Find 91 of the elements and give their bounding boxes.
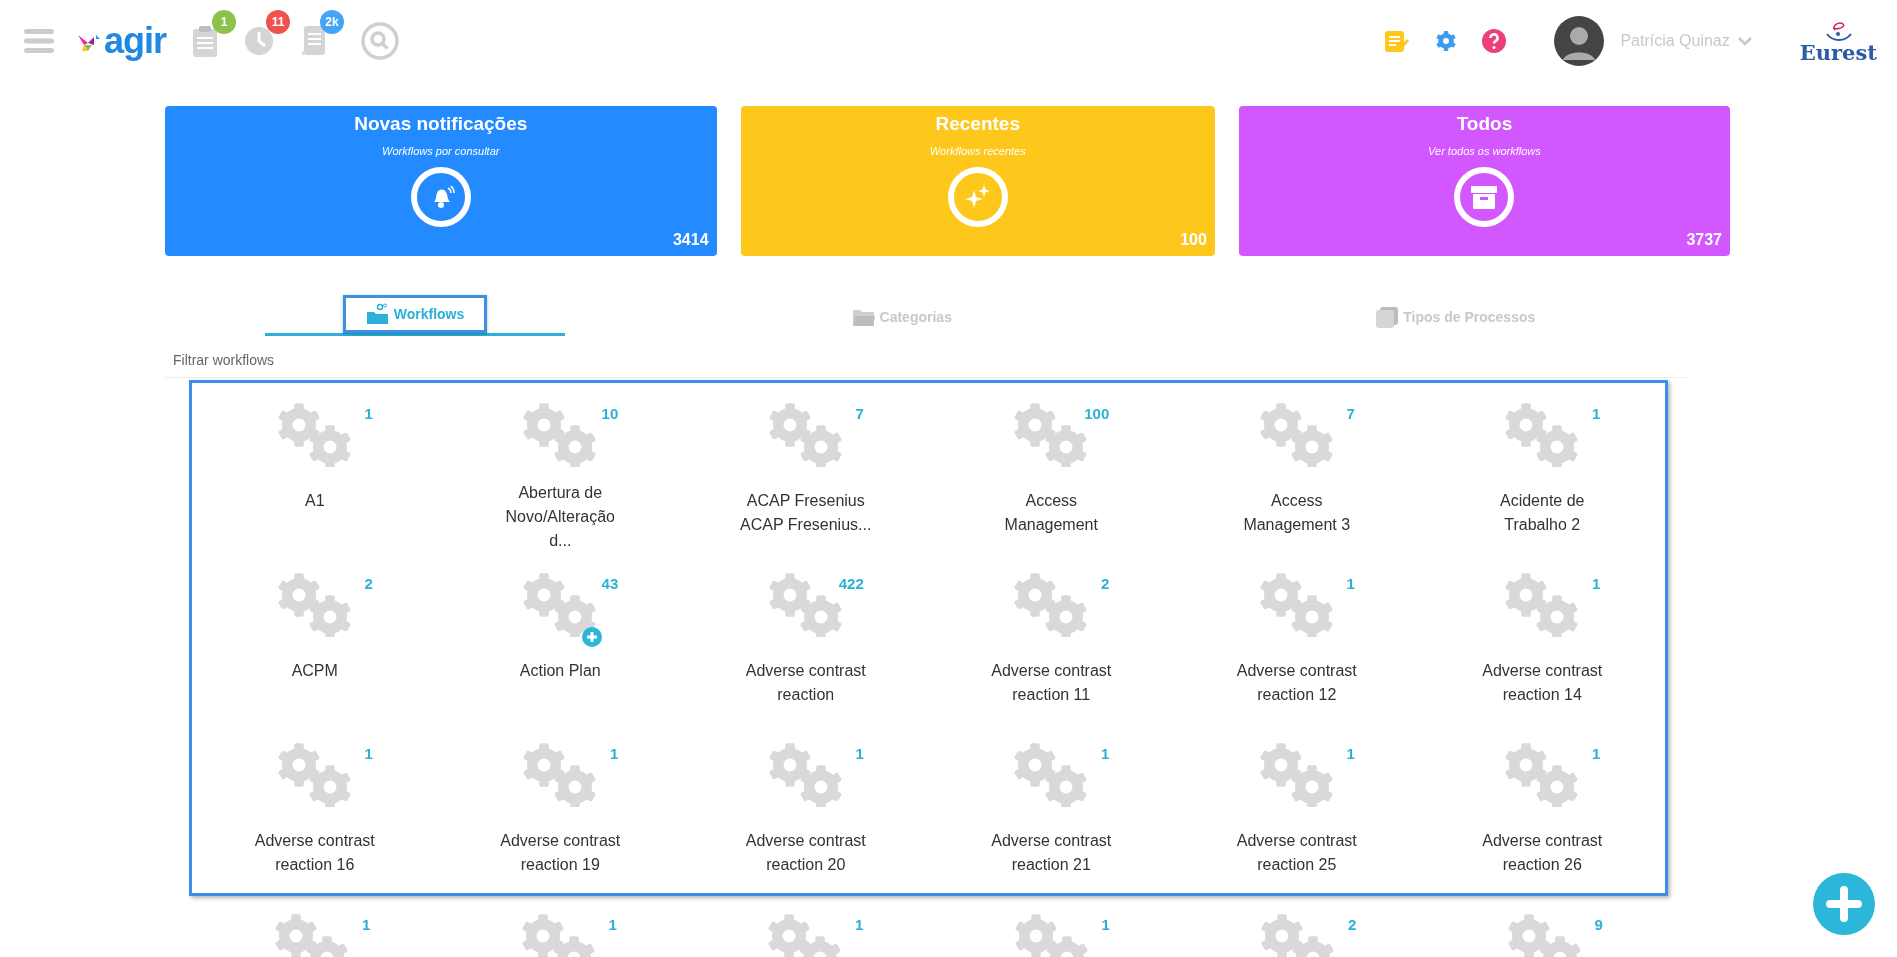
workflow-count: 1 xyxy=(609,744,619,764)
workflow-count: 1 xyxy=(855,744,864,764)
workflow-tile[interactable]: 1 Adverse contrast reaction 14 xyxy=(1419,553,1665,723)
notification-badge: 11 xyxy=(266,10,291,34)
workflow-count: 1 xyxy=(1591,744,1601,764)
workflow-name: Adverse contrast reaction 12 xyxy=(1235,661,1358,705)
workflow-count: 9 xyxy=(1594,915,1603,935)
workflow-name: Adverse contrast reaction 16 xyxy=(253,831,376,875)
card-subtitle: Workflows recentes xyxy=(929,143,1026,159)
app-logo: agir xyxy=(104,23,167,59)
workflow-count: 2 xyxy=(364,574,373,594)
workflow-name: Access Management 3 xyxy=(1242,491,1352,535)
workflow-name: Acidente de Trabalho 2 xyxy=(1499,491,1586,535)
workflow-name: Adverse contrast reaction 11 xyxy=(990,661,1113,705)
swirl-logo-icon xyxy=(1823,19,1854,42)
workflow-tile[interactable]: 7 ACAP Fresenius ACAP Fresenius... xyxy=(683,383,929,553)
plus-icon xyxy=(1826,886,1862,922)
workflow-name: Adverse contrast reaction 21 xyxy=(990,831,1113,875)
workflow-count: 1 xyxy=(364,744,373,764)
workflow-name: Adverse contrast reaction 25 xyxy=(1235,831,1358,875)
workflow-tile[interactable]: 1 A1 xyxy=(192,383,438,553)
menu-button[interactable] xyxy=(24,28,54,54)
workflow-count: 1 xyxy=(1591,574,1601,594)
workflow-count: 1 xyxy=(1101,915,1110,935)
workflow-name: Adverse contrast reaction 26 xyxy=(1481,831,1604,875)
stack-icon xyxy=(1375,306,1400,328)
search-button[interactable] xyxy=(360,21,401,61)
workflow-tile[interactable]: 2 Adverse contrast reaction 11 xyxy=(928,553,1174,723)
workflow-count: 100 xyxy=(1084,404,1110,424)
workflow-tile[interactable]: 100 Access Management xyxy=(928,383,1174,553)
workflow-tile[interactable]: 1 Acidente de Trabalho 2 xyxy=(1419,383,1665,553)
workflow-count: 1 xyxy=(364,404,373,424)
workflow-tile[interactable]: 7 Access Management 3 xyxy=(1174,383,1420,553)
workflow-count: 1 xyxy=(1591,404,1601,424)
workflow-count: 1 xyxy=(608,915,617,935)
clock-icon[interactable] xyxy=(244,26,275,56)
workflow-count: 1 xyxy=(1100,744,1110,764)
workflow-tile[interactable]: 10 Abertura de Novo/Alteração d... xyxy=(437,383,683,553)
workflow-tile[interactable]: 43 Action Plan xyxy=(437,553,683,723)
folder-gear-icon xyxy=(365,303,390,325)
workflow-tile[interactable]: 1 Adverse contrast reaction 21 xyxy=(928,723,1174,893)
workflow-count: 1 xyxy=(854,915,864,935)
brand-logo: Eurest xyxy=(1799,41,1877,63)
workflow-name: ACAP Fresenius ACAP Fresenius... xyxy=(739,491,873,535)
filter-label: Filtrar workflows xyxy=(173,352,275,368)
workflow-name: ACPM xyxy=(290,661,339,681)
workflow-count: 43 xyxy=(601,574,619,594)
workflow-tile[interactable]: 1 Adverse contrast reaction 12 xyxy=(1174,553,1420,723)
help-button[interactable] xyxy=(1482,28,1507,54)
workflow-tile[interactable]: 1 Adverse contrast reaction 25 xyxy=(1174,723,1420,893)
clipboard-icon[interactable] xyxy=(192,25,219,57)
workflow-name: A1 xyxy=(303,491,326,511)
avatar xyxy=(1554,16,1605,66)
workflow-tile[interactable]: 1 Adverse contrast reaction 19 xyxy=(437,723,683,893)
card-count: 3737 xyxy=(1686,230,1722,250)
workflow-count: 422 xyxy=(838,574,864,594)
workflow-tile[interactable]: 1 Adverse contrast reaction 20 xyxy=(683,723,929,893)
chevron-down-icon xyxy=(1737,36,1752,46)
archive-icon xyxy=(1469,183,1500,211)
workflow-name: Abertura de Novo/Alteração d... xyxy=(504,483,616,551)
card-subtitle: Ver todos os workflows xyxy=(1428,143,1541,159)
workflow-count: 1 xyxy=(361,915,371,935)
document-icon[interactable] xyxy=(300,25,327,57)
workflow-count: 2 xyxy=(1100,574,1110,594)
workflow-tile[interactable]: 1 Adverse contrast reaction 16 xyxy=(192,723,438,893)
folder-icon xyxy=(851,308,876,327)
workflow-count: 1 xyxy=(1346,744,1355,764)
workflow-tile[interactable]: 1 Adverse contrast reaction 26 xyxy=(1419,723,1665,893)
card-subtitle: Workflows por consultar xyxy=(382,143,500,159)
workflow-name: Access Management xyxy=(1003,491,1099,535)
workflow-name: Adverse contrast reaction 19 xyxy=(499,831,622,875)
workflow-count: 7 xyxy=(1346,404,1355,424)
workflow-name: Action Plan xyxy=(518,661,602,681)
workflow-count: 2 xyxy=(1347,915,1357,935)
card-title: Todos xyxy=(1456,112,1513,136)
add-icon[interactable] xyxy=(582,627,603,647)
card-count: 3414 xyxy=(672,230,709,250)
workflow-count: 1 xyxy=(1346,574,1355,594)
card-count: 100 xyxy=(1180,230,1207,250)
workflow-count: 10 xyxy=(601,404,619,424)
card-title: Recentes xyxy=(935,112,1020,136)
notes-button[interactable] xyxy=(1384,28,1411,54)
workflow-tile[interactable]: 2 ACPM xyxy=(192,553,438,723)
notification-badge: 2k xyxy=(320,10,345,34)
workflow-tile[interactable]: 422 Adverse contrast reaction xyxy=(683,553,929,723)
workflow-name: Adverse contrast reaction 14 xyxy=(1481,661,1604,705)
workflow-name: Adverse contrast reaction xyxy=(744,661,867,705)
workflow-name: Adverse contrast reaction 20 xyxy=(744,831,867,875)
workflow-count: 7 xyxy=(855,404,864,424)
notification-badge: 1 xyxy=(212,10,237,34)
card-title: Novas notificações xyxy=(354,112,528,136)
